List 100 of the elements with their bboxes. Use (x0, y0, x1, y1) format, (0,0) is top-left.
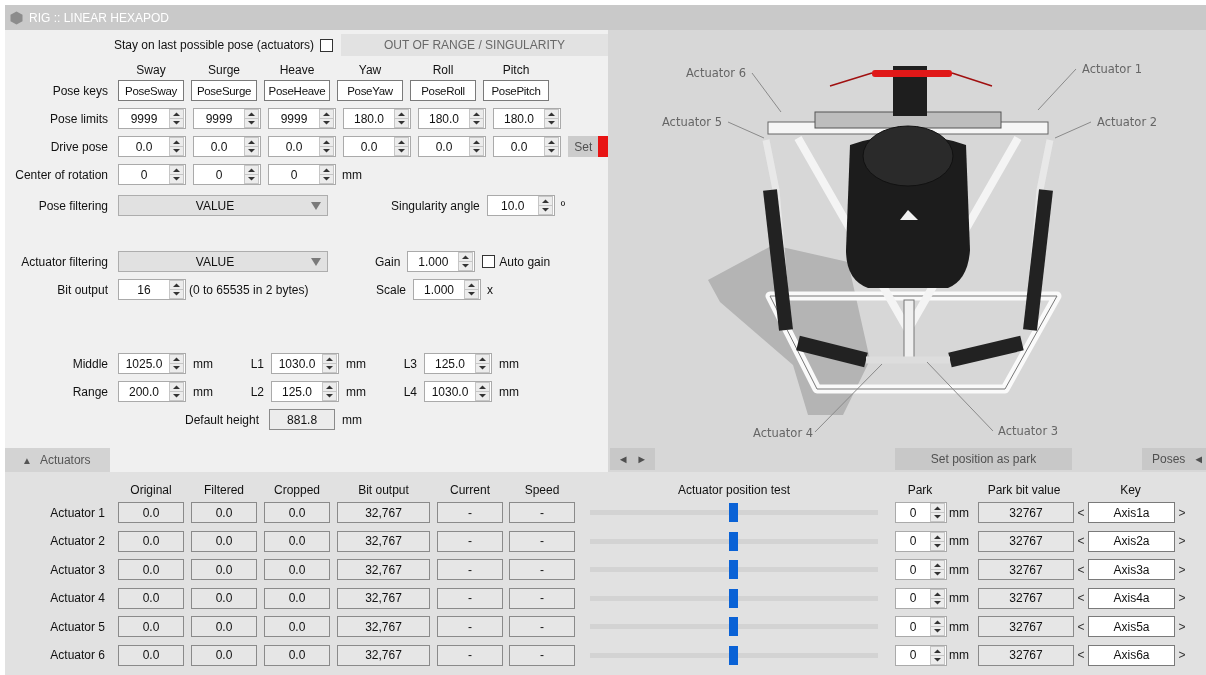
spin-buttons[interactable] (544, 137, 559, 156)
spin-buttons[interactable] (469, 109, 484, 128)
text-field[interactable]: PosePitch (483, 80, 549, 101)
number-field[interactable]: 1030.0 (271, 353, 339, 374)
spin-buttons[interactable] (319, 137, 334, 156)
spin-buttons[interactable] (394, 109, 409, 128)
number-field[interactable]: 0 (895, 530, 947, 552)
spin-buttons[interactable] (244, 109, 259, 128)
number-field[interactable]: 1030.0 (424, 381, 492, 402)
number-field[interactable]: 9999 (268, 108, 336, 129)
text-field[interactable]: Axis5a (1088, 616, 1175, 638)
text-field[interactable]: PoseSway (118, 80, 184, 101)
spin-buttons[interactable] (475, 354, 490, 373)
spin-buttons[interactable] (169, 165, 184, 184)
next-key-button[interactable]: > (1175, 591, 1189, 606)
next-key-button[interactable]: > (1175, 505, 1189, 520)
spin-buttons[interactable] (469, 137, 484, 156)
slider-thumb[interactable] (729, 503, 738, 522)
previous-key-button[interactable]: < (1074, 534, 1088, 549)
text-field[interactable]: PoseHeave (264, 80, 330, 101)
previous-key-button[interactable]: < (1074, 619, 1088, 634)
slider-thumb[interactable] (729, 617, 738, 637)
spin-buttons[interactable] (930, 560, 945, 580)
spin-buttons[interactable] (458, 252, 474, 271)
text-field[interactable]: Axis3a (1088, 559, 1175, 581)
previous-key-button[interactable]: < (1074, 591, 1088, 606)
view-nav-button[interactable]: ◄ ► (610, 448, 655, 470)
number-field[interactable]: 180.0 (418, 108, 486, 129)
previous-key-button[interactable]: < (1074, 648, 1088, 663)
spin-buttons[interactable] (169, 137, 184, 156)
number-field[interactable]: 125.0 (271, 381, 339, 402)
number-field[interactable]: 0 (118, 164, 186, 185)
set-park-button[interactable]: Set position as park (895, 448, 1072, 470)
spin-buttons[interactable] (537, 196, 553, 215)
number-field[interactable]: 0 (895, 587, 947, 609)
next-key-button[interactable]: > (1175, 619, 1189, 634)
previous-key-button[interactable]: < (1074, 505, 1088, 520)
spin-buttons[interactable] (394, 137, 409, 156)
spin-buttons[interactable] (322, 354, 337, 373)
text-field[interactable]: PoseRoll (410, 80, 476, 101)
text-field[interactable]: Axis6a (1088, 644, 1175, 666)
poses-tab[interactable]: Poses ◄ (1142, 448, 1206, 470)
checkbox[interactable] (482, 255, 496, 268)
spin-buttons[interactable] (322, 382, 337, 401)
text-field[interactable]: Axis2a (1088, 530, 1175, 552)
number-field[interactable]: 180.0 (343, 108, 411, 129)
next-key-button[interactable]: > (1175, 648, 1189, 663)
number-field[interactable]: 200.0 (118, 381, 186, 402)
checkbox[interactable] (320, 38, 334, 52)
next-key-button[interactable]: > (1175, 534, 1189, 549)
number-field[interactable]: 125.0 (424, 353, 492, 374)
spin-buttons[interactable] (319, 165, 334, 184)
spin-buttons[interactable] (244, 165, 259, 184)
text-field[interactable]: PoseYaw (337, 80, 403, 101)
next-key-button[interactable]: > (1175, 562, 1189, 577)
spin-buttons[interactable] (169, 382, 184, 401)
number-field[interactable]: 0 (895, 502, 947, 523)
number-field[interactable]: 0.0 (418, 136, 486, 157)
number-field[interactable]: 0.0 (493, 136, 561, 157)
spin-buttons[interactable] (930, 531, 945, 551)
text-field[interactable]: Axis4a (1088, 587, 1175, 609)
number-field[interactable]: 9999 (193, 108, 261, 129)
slider-thumb[interactable] (729, 560, 738, 580)
slider-thumb[interactable] (729, 645, 738, 665)
number-field[interactable]: 180.0 (493, 108, 561, 129)
actuators-tab[interactable]: ▲ Actuators (5, 448, 110, 472)
number-field[interactable]: 0.0 (343, 136, 411, 157)
spin-buttons[interactable] (930, 503, 945, 522)
number-field[interactable]: 0 (268, 164, 336, 185)
spin-buttons[interactable] (464, 280, 480, 299)
dropdown[interactable]: VALUE (118, 251, 328, 272)
text-field[interactable]: PoseSurge (191, 80, 257, 101)
spin-buttons[interactable] (544, 109, 559, 128)
number-field[interactable]: 0 (895, 616, 947, 638)
spin-buttons[interactable] (475, 382, 490, 401)
number-field[interactable]: 0 (895, 559, 947, 581)
number-field[interactable]: 0.0 (118, 136, 186, 157)
previous-key-button[interactable]: < (1074, 562, 1088, 577)
number-field[interactable]: 1.000 (407, 251, 476, 272)
spin-buttons[interactable] (244, 137, 259, 156)
spin-buttons[interactable] (930, 617, 945, 637)
spin-buttons[interactable] (930, 588, 945, 608)
spin-buttons[interactable] (169, 354, 184, 373)
number-field[interactable]: 0.0 (268, 136, 336, 157)
slider-thumb[interactable] (729, 531, 738, 551)
number-field[interactable]: 0 (895, 644, 947, 666)
number-field[interactable]: 16 (118, 279, 186, 300)
number-field[interactable]: 1.000 (413, 279, 482, 300)
number-field[interactable]: 10.0 (486, 195, 555, 216)
number-field[interactable]: 0 (193, 164, 261, 185)
spin-buttons[interactable] (169, 109, 184, 128)
number-field[interactable]: 9999 (118, 108, 186, 129)
text-field[interactable]: Axis1a (1088, 502, 1175, 523)
spin-buttons[interactable] (319, 109, 334, 128)
dropdown[interactable]: VALUE (118, 195, 328, 216)
slider-thumb[interactable] (729, 588, 738, 608)
spin-buttons[interactable] (169, 280, 184, 299)
number-field[interactable]: 0.0 (193, 136, 261, 157)
spin-buttons[interactable] (930, 645, 945, 665)
number-field[interactable]: 1025.0 (118, 353, 186, 374)
